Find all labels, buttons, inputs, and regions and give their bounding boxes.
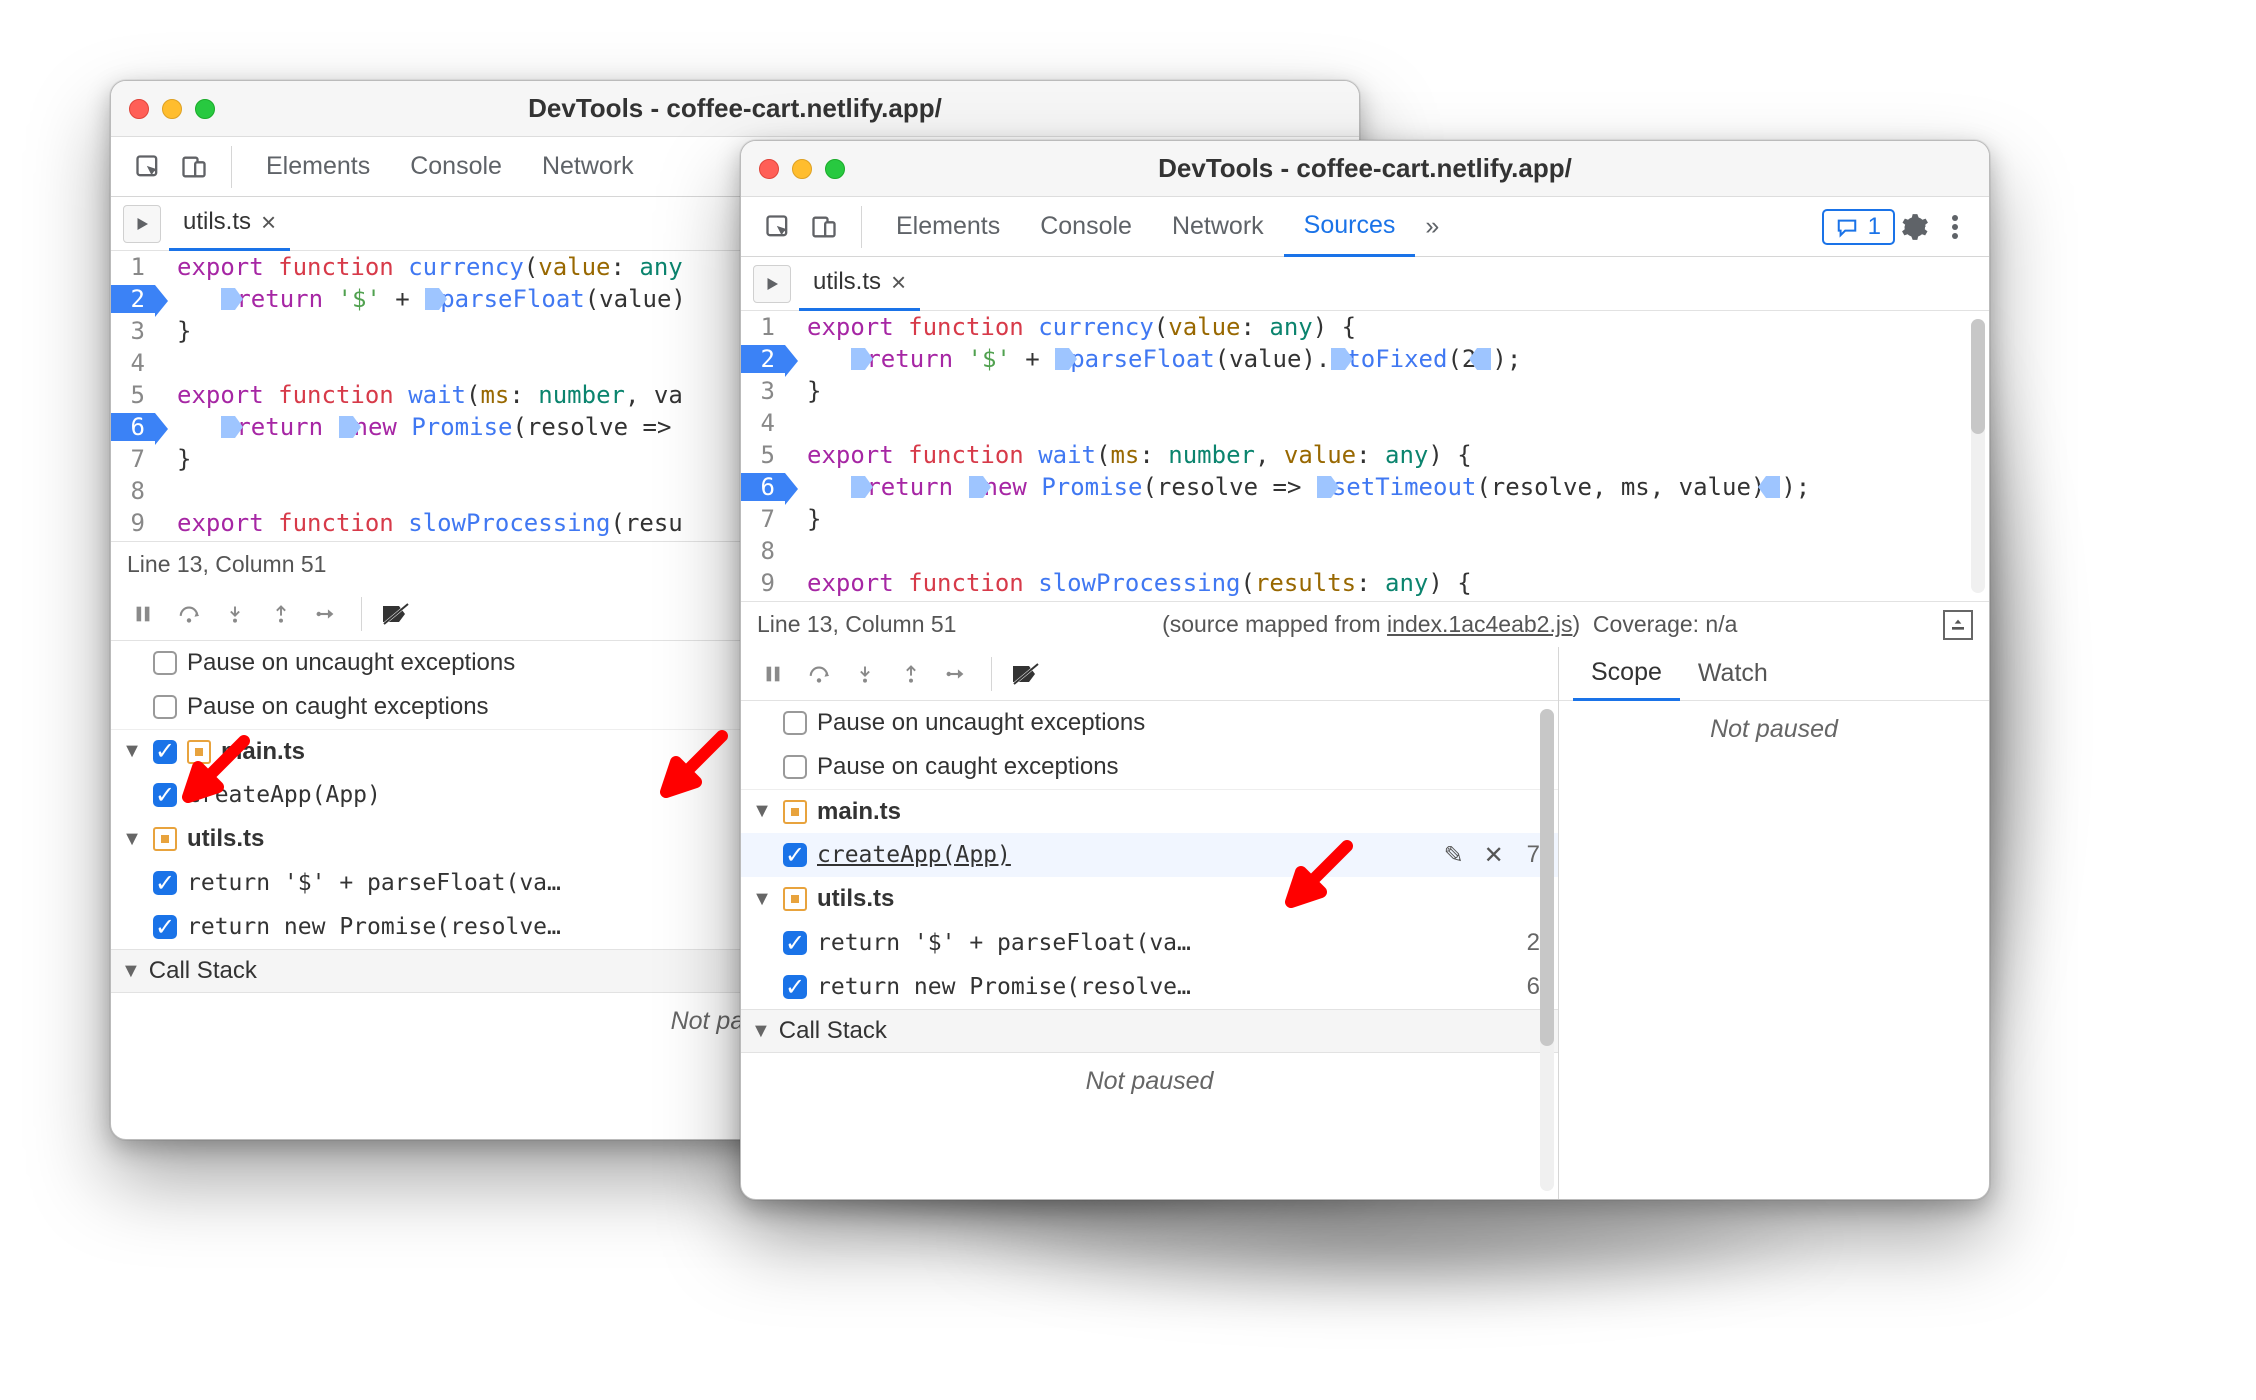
checkbox[interactable]: ✓ — [153, 915, 177, 939]
checkbox[interactable] — [153, 651, 177, 675]
pause-uncaught-row[interactable]: Pause on uncaught exceptions — [741, 701, 1558, 745]
code-editor-front[interactable]: 1export function currency(value: any) { … — [741, 311, 1989, 601]
window-title: DevTools - coffee-cart.netlify.app/ — [741, 153, 1989, 184]
annotation-arrow — [182, 735, 252, 805]
devtools-window-front: DevTools - coffee-cart.netlify.app/ Elem… — [740, 140, 1990, 1200]
checkbox[interactable]: ✓ — [783, 843, 807, 867]
close-button[interactable] — [129, 99, 149, 119]
inspect-icon[interactable] — [125, 137, 171, 197]
device-icon[interactable] — [801, 197, 847, 257]
callstack-header[interactable]: ▼Call Stack — [741, 1009, 1558, 1053]
tab-sources[interactable]: Sources — [1284, 197, 1416, 257]
file-tab[interactable]: utils.ts × — [169, 197, 290, 251]
edit-icon[interactable]: ✎ — [1439, 841, 1469, 870]
deactivate-bp-button[interactable] — [1006, 654, 1046, 694]
history-icon[interactable] — [1943, 610, 1973, 640]
tab-network[interactable]: Network — [522, 137, 654, 197]
chevron-down-icon: ▼ — [751, 888, 773, 911]
file-icon — [783, 800, 807, 824]
tab-watch[interactable]: Watch — [1680, 647, 1786, 701]
cursor-position: Line 13, Column 51 — [757, 611, 956, 638]
annotation-arrow — [660, 730, 730, 800]
checkbox[interactable] — [783, 755, 807, 779]
devtools-toolbar-front: Elements Console Network Sources » 1 — [741, 197, 1989, 257]
debugger-toolbar-front — [741, 647, 1558, 701]
right-sidebar: Scope Watch Not paused — [1559, 647, 1989, 1199]
close-button[interactable] — [759, 159, 779, 179]
tab-elements[interactable]: Elements — [246, 137, 390, 197]
chevron-down-icon: ▼ — [121, 828, 143, 851]
navigator-icon[interactable] — [123, 205, 161, 243]
not-paused-label: Not paused — [741, 1053, 1558, 1110]
pause-caught-row[interactable]: Pause on caught exceptions — [741, 745, 1558, 789]
checkbox[interactable] — [783, 711, 807, 735]
window-title: DevTools - coffee-cart.netlify.app/ — [111, 93, 1359, 124]
checkbox[interactable]: ✓ — [783, 975, 807, 999]
bp-file-main[interactable]: ▼ main.ts — [741, 789, 1558, 833]
not-paused-label: Not paused — [1559, 701, 1989, 758]
step-into-button[interactable] — [845, 654, 885, 694]
inspect-icon[interactable] — [755, 197, 801, 257]
step-over-button[interactable] — [799, 654, 839, 694]
navigator-icon[interactable] — [753, 265, 791, 303]
scrollbar[interactable] — [1971, 319, 1985, 593]
mapped-file-link[interactable]: index.1ac4eab2.js — [1387, 611, 1572, 637]
close-icon[interactable]: × — [891, 267, 906, 298]
pause-button[interactable] — [123, 594, 163, 634]
checkbox[interactable]: ✓ — [153, 783, 177, 807]
minimize-button[interactable] — [792, 159, 812, 179]
checkbox[interactable]: ✓ — [153, 871, 177, 895]
scrollbar[interactable] — [1540, 709, 1554, 1191]
file-tab-label: utils.ts — [183, 208, 251, 236]
minimize-button[interactable] — [162, 99, 182, 119]
tab-network[interactable]: Network — [1152, 197, 1284, 257]
source-mapped: (source mapped from index.1ac4eab2.js) C… — [1162, 611, 1737, 638]
bp-item[interactable]: ✓return new Promise(resolve…6 — [741, 965, 1558, 1009]
chevron-down-icon: ▼ — [121, 960, 141, 983]
close-icon[interactable]: × — [261, 207, 276, 238]
breakpoints-pane-front: Pause on uncaught exceptions Pause on ca… — [741, 701, 1558, 1110]
more-tabs-icon[interactable]: » — [1415, 212, 1449, 241]
deactivate-bp-button[interactable] — [376, 594, 416, 634]
tab-scope[interactable]: Scope — [1573, 647, 1680, 701]
titlebar-back: DevTools - coffee-cart.netlify.app/ — [111, 81, 1359, 137]
file-icon — [153, 827, 177, 851]
step-out-button[interactable] — [261, 594, 301, 634]
tab-console[interactable]: Console — [390, 137, 522, 197]
checkbox[interactable]: ✓ — [783, 931, 807, 955]
chevron-down-icon: ▼ — [751, 800, 773, 823]
traffic-lights — [129, 99, 215, 119]
checkbox[interactable] — [153, 695, 177, 719]
step-out-button[interactable] — [891, 654, 931, 694]
sources-subtabs-front: utils.ts × — [741, 257, 1989, 311]
pause-button[interactable] — [753, 654, 793, 694]
bp-item-hover[interactable]: ✓ createApp(App) ✎ ✕ 7 — [741, 833, 1558, 877]
step-button[interactable] — [937, 654, 977, 694]
tab-elements[interactable]: Elements — [876, 197, 1020, 257]
traffic-lights — [759, 159, 845, 179]
file-tab[interactable]: utils.ts × — [799, 257, 920, 311]
bp-file-utils[interactable]: ▼ utils.ts — [741, 877, 1558, 921]
bp-item[interactable]: ✓return '$' + parseFloat(va…2 — [741, 921, 1558, 965]
annotation-arrow — [1285, 840, 1355, 910]
device-icon[interactable] — [171, 137, 217, 197]
titlebar-front: DevTools - coffee-cart.netlify.app/ — [741, 141, 1989, 197]
step-over-button[interactable] — [169, 594, 209, 634]
chevron-down-icon: ▼ — [121, 740, 143, 763]
file-icon — [783, 887, 807, 911]
file-tab-label: utils.ts — [813, 268, 881, 296]
editor-statusbar-front: Line 13, Column 51 (source mapped from i… — [741, 601, 1989, 647]
checkbox[interactable]: ✓ — [153, 740, 177, 764]
cursor-position: Line 13, Column 51 — [127, 551, 326, 578]
tab-console[interactable]: Console — [1020, 197, 1152, 257]
step-into-button[interactable] — [215, 594, 255, 634]
issues-button[interactable]: 1 — [1822, 209, 1895, 245]
remove-icon[interactable]: ✕ — [1479, 841, 1509, 870]
kebab-icon[interactable] — [1935, 214, 1975, 240]
fullscreen-button[interactable] — [195, 99, 215, 119]
gear-icon[interactable] — [1895, 213, 1935, 241]
chevron-down-icon: ▼ — [751, 1020, 771, 1043]
fullscreen-button[interactable] — [825, 159, 845, 179]
step-button[interactable] — [307, 594, 347, 634]
